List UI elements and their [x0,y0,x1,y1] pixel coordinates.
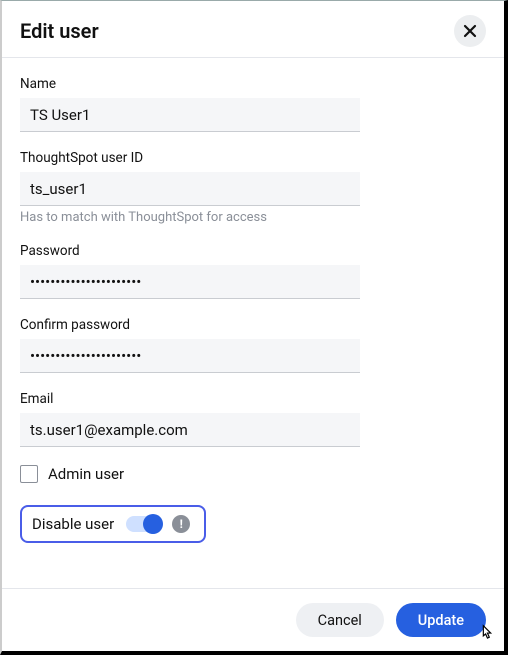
admin-user-label: Admin user [48,465,124,483]
email-label: Email [20,391,360,407]
password-field: Password [20,243,360,299]
disable-user-toggle[interactable] [126,516,160,532]
userid-input[interactable] [20,172,360,206]
email-field: Email [20,391,360,447]
edit-user-dialog: Edit user Name ThoughtSpot user ID Has t… [0,0,508,655]
confirm-password-input[interactable] [20,339,360,373]
disable-user-row: Disable user ! [20,505,206,543]
userid-field: ThoughtSpot user ID Has to match with Th… [20,150,360,225]
userid-helper: Has to match with ThoughtSpot for access [20,210,360,225]
toggle-knob [143,514,163,534]
userid-label: ThoughtSpot user ID [20,150,360,166]
admin-user-checkbox[interactable] [20,465,38,483]
update-button[interactable]: Update [396,603,486,637]
name-input[interactable] [20,98,360,132]
password-input[interactable] [20,265,360,299]
email-input[interactable] [20,413,360,447]
close-button[interactable] [454,15,486,47]
admin-user-row: Admin user [20,465,486,483]
info-icon[interactable]: ! [172,515,190,533]
cancel-button[interactable]: Cancel [296,603,384,637]
confirm-password-field: Confirm password [20,317,360,373]
name-field: Name [20,76,360,132]
close-icon [463,24,477,38]
dialog-title: Edit user [20,19,99,43]
confirm-password-label: Confirm password [20,317,360,333]
dialog-header: Edit user [2,1,504,57]
dialog-footer: Cancel Update [2,588,504,651]
dialog-body: Name ThoughtSpot user ID Has to match wi… [2,58,504,588]
disable-user-label: Disable user [32,515,114,533]
password-label: Password [20,243,360,259]
name-label: Name [20,76,360,92]
